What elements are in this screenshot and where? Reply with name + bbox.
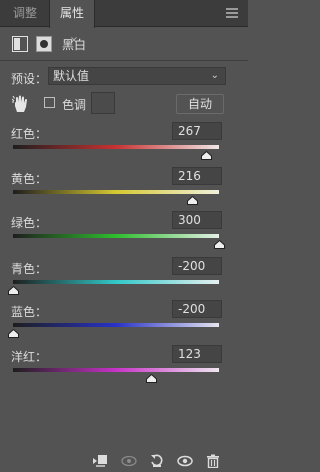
tab-adjustments-label: 调整 — [12, 6, 37, 20]
auto-button[interactable]: 自动 — [176, 94, 224, 114]
tint-label: 色调 — [62, 98, 87, 112]
tab-bar: 调整 属性× — [0, 0, 248, 46]
adjustment-layer-icon[interactable] — [12, 36, 28, 52]
targeted-adjustment-hand-icon[interactable] — [11, 95, 28, 113]
slider-value-input[interactable]: 123 — [172, 345, 222, 363]
slider-thumb[interactable] — [7, 286, 19, 295]
slider-label: 绿色： — [11, 216, 48, 230]
layer-mask-icon[interactable] — [36, 36, 52, 52]
slider-label: 蓝色： — [11, 305, 48, 319]
slider-track[interactable] — [13, 145, 219, 149]
reset-icon[interactable] — [150, 454, 164, 468]
visibility-icon[interactable] — [177, 454, 193, 468]
slider-value-input[interactable]: -200 — [172, 257, 222, 275]
properties-header: 黑白 — [0, 28, 248, 60]
tab-properties-label: 属性 — [59, 6, 84, 20]
tab-properties[interactable]: 属性× — [49, 0, 95, 46]
bottom-toolbar — [0, 446, 248, 472]
slider-track[interactable] — [13, 280, 219, 284]
slider-track[interactable] — [13, 323, 219, 327]
preset-value: 默认值 — [53, 69, 90, 83]
slider-label: 红色： — [11, 127, 48, 141]
tab-adjustments[interactable]: 调整 — [2, 0, 48, 27]
adjustment-title: 黑白 — [62, 38, 87, 52]
slider-track[interactable] — [13, 368, 219, 372]
divider — [0, 60, 248, 61]
slider-thumb[interactable] — [145, 374, 157, 383]
slider-value-input[interactable]: 267 — [172, 122, 222, 140]
slider-value-input[interactable]: -200 — [172, 300, 222, 318]
tint-checkbox[interactable] — [44, 97, 55, 108]
slider-label: 洋红： — [11, 350, 48, 364]
slider-track[interactable] — [13, 190, 219, 194]
slider-label: 黄色： — [11, 172, 48, 186]
view-previous-state-icon[interactable] — [121, 454, 137, 468]
slider-value-input[interactable]: 216 — [172, 167, 222, 185]
slider-thumb[interactable] — [7, 329, 19, 338]
panel-menu-icon[interactable] — [226, 8, 238, 20]
clip-to-layer-icon[interactable] — [92, 454, 107, 468]
slider-track[interactable] — [13, 234, 219, 238]
slider-thumb[interactable] — [186, 196, 198, 205]
slider-label: 青色： — [11, 262, 48, 276]
slider-thumb[interactable] — [201, 151, 213, 160]
preset-label: 预设： — [11, 72, 48, 86]
preset-select[interactable]: 默认值 ⌄ — [48, 67, 226, 85]
slider-value-input[interactable]: 300 — [172, 211, 222, 229]
slider-thumb[interactable] — [213, 240, 225, 249]
delete-icon[interactable] — [206, 454, 220, 469]
chevron-down-icon: ⌄ — [210, 70, 219, 81]
tint-color-swatch[interactable] — [91, 92, 115, 114]
